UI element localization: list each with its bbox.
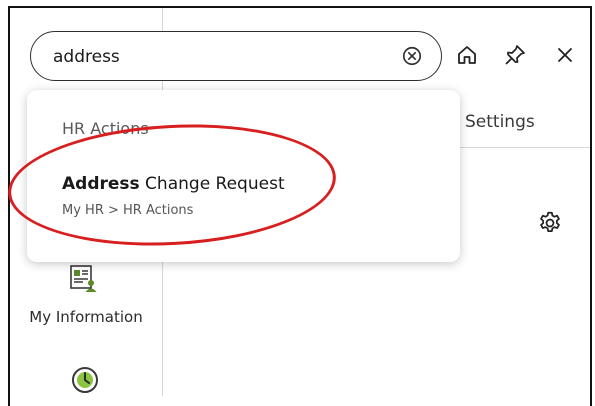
search-results-dropdown: HR Actions Address Change Request My HR … xyxy=(27,90,460,262)
results-group-header: HR Actions xyxy=(62,119,149,138)
sidebar-item-my-information[interactable]: My Information xyxy=(12,308,160,326)
clear-search-icon[interactable] xyxy=(401,45,423,67)
home-icon[interactable] xyxy=(455,43,479,67)
result-breadcrumb: My HR > HR Actions xyxy=(62,203,194,218)
close-icon[interactable] xyxy=(553,43,577,67)
search-box[interactable] xyxy=(30,31,442,81)
result-title-rest: Change Request xyxy=(139,174,285,194)
clock-icon[interactable] xyxy=(69,364,101,396)
tab-settings[interactable]: Settings xyxy=(465,112,535,132)
result-title-match: Address xyxy=(62,174,140,194)
search-result-item[interactable]: Address Change Request xyxy=(62,174,285,194)
gear-icon[interactable] xyxy=(537,210,563,236)
pin-icon[interactable] xyxy=(503,43,527,67)
search-input[interactable] xyxy=(51,42,375,72)
id-card-person-icon[interactable] xyxy=(67,262,101,296)
